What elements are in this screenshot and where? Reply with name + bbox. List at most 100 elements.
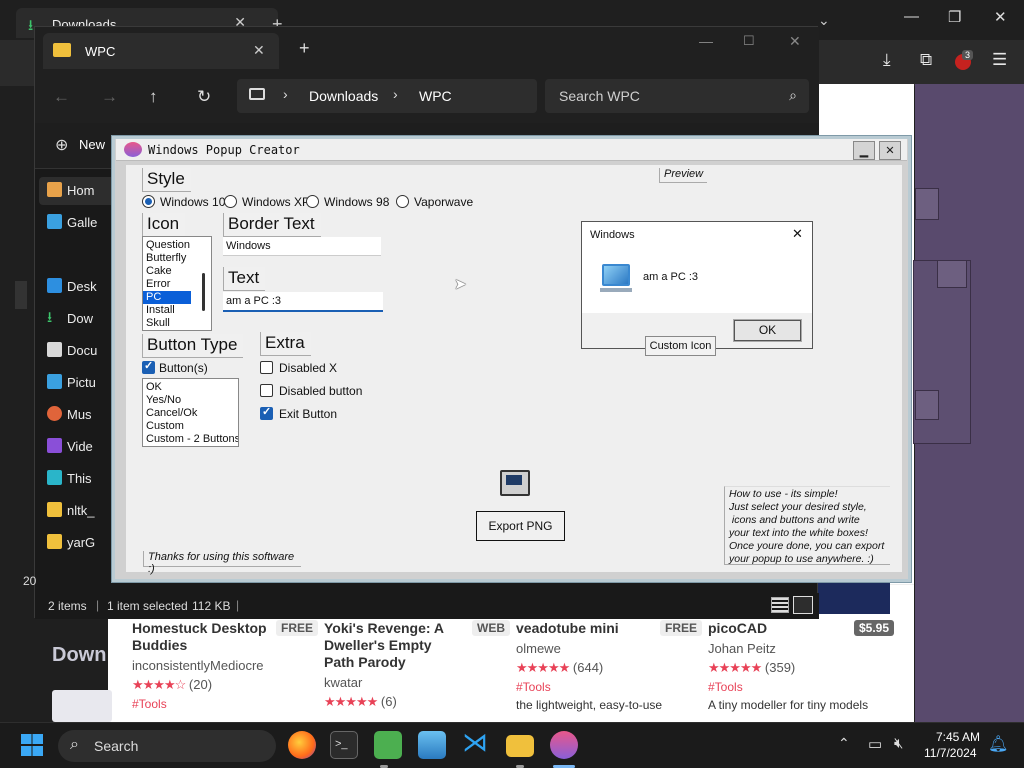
- close-button[interactable]: ✕: [879, 141, 901, 160]
- card-tag[interactable]: #Tools: [132, 697, 318, 711]
- star-rating: ★★★★★: [516, 660, 570, 675]
- card-author[interactable]: inconsistentlyMediocre: [132, 658, 318, 673]
- list-item[interactable]: Skull: [143, 317, 211, 330]
- restore-icon[interactable]: ❐: [948, 8, 961, 26]
- buttons-checkbox[interactable]: [142, 359, 155, 374]
- list-item-selected[interactable]: PC: [143, 291, 191, 304]
- minimize-icon[interactable]: —: [904, 8, 919, 25]
- store-card[interactable]: picoCAD $5.95 Johan Peitz ★★★★★ (359) #T…: [708, 620, 894, 712]
- sidebar-item-label: Galle: [67, 215, 98, 230]
- list-item[interactable]: Error: [143, 278, 211, 291]
- details-view-icon[interactable]: [771, 597, 789, 613]
- card-title[interactable]: Homestuck Desktop Buddies: [132, 620, 272, 654]
- price-badge: $5.95: [853, 620, 894, 636]
- card-description: A tiny modeller for tiny models: [708, 698, 869, 712]
- explorer-statusbar: 2 items | 1 item selected 112 KB |: [35, 593, 819, 619]
- close-tab-icon[interactable]: ✕: [253, 42, 265, 59]
- store-card[interactable]: Yoki's Revenge: A Dweller's Empty Path P…: [324, 620, 510, 710]
- document-icon: [47, 342, 62, 357]
- custom-icon-button[interactable]: Custom Icon: [645, 336, 716, 356]
- card-tag[interactable]: #Tools: [708, 680, 894, 694]
- icon-listbox[interactable]: Question Butterfly Cake Error PC Install…: [142, 236, 212, 331]
- list-item[interactable]: Yes/No: [143, 394, 238, 407]
- preview-message: am a PC :3: [643, 271, 699, 283]
- card-tag[interactable]: #Tools: [516, 680, 702, 694]
- address-bar[interactable]: › Downloads › WPC: [237, 79, 537, 113]
- list-item[interactable]: Custom - 2 Buttons: [143, 433, 238, 446]
- sidebar-item-label: Desk: [67, 279, 97, 294]
- list-item[interactable]: Question: [143, 239, 211, 252]
- search-placeholder: Search WPC: [559, 88, 640, 104]
- list-item[interactable]: Cake: [143, 265, 211, 278]
- scrollbar-thumb[interactable]: [202, 273, 205, 311]
- button-type-listbox[interactable]: OK Yes/No Cancel/Ok Custom Custom - 2 Bu…: [142, 378, 239, 447]
- exit-button-checkbox[interactable]: [260, 405, 273, 420]
- export-png-button[interactable]: Export PNG: [476, 511, 565, 541]
- notification-bell-icon[interactable]: 🔔︎: [988, 734, 1008, 754]
- wpc-window: Windows Popup Creator ▁ ✕ Style Windows …: [111, 135, 912, 583]
- border-text-field[interactable]: Windows: [223, 237, 381, 256]
- checkbox-label: Exit Button: [279, 407, 338, 421]
- list-item[interactable]: Butterfly: [143, 252, 211, 265]
- clock-date[interactable]: 11/7/2024: [924, 746, 977, 760]
- sidebar-item-label: Pictu: [67, 375, 96, 390]
- explorer-tab-wpc[interactable]: WPC ✕: [43, 33, 279, 69]
- menu-icon[interactable]: ☰: [992, 50, 1007, 70]
- firefox-icon[interactable]: [288, 731, 316, 759]
- network-icon[interactable]: ▭: [868, 735, 882, 753]
- folder-icon: [53, 43, 71, 57]
- close-window-icon[interactable]: ✕: [994, 8, 1007, 26]
- card-title[interactable]: Yoki's Revenge: A Dweller's Empty Path P…: [324, 620, 454, 671]
- radio-vaporwave[interactable]: [396, 195, 409, 208]
- store-card[interactable]: veadotube mini FREE olmewe ★★★★★ (644) #…: [516, 620, 702, 712]
- breadcrumb-wpc[interactable]: WPC: [419, 88, 452, 104]
- how-to-text: How to use - its simple! Just select you…: [724, 486, 890, 565]
- card-author[interactable]: kwatar: [324, 675, 510, 690]
- notepad-icon[interactable]: [374, 731, 402, 759]
- card-author[interactable]: olmewe: [516, 641, 702, 656]
- forward-icon[interactable]: →: [101, 87, 118, 107]
- wpc-app-icon[interactable]: [550, 731, 578, 759]
- maximize-icon[interactable]: ☐: [743, 33, 755, 49]
- text-field[interactable]: am a PC :3: [223, 292, 383, 312]
- up-icon[interactable]: ↑: [149, 87, 158, 107]
- back-icon[interactable]: ←: [53, 87, 70, 107]
- sidebar-item-label: Mus: [67, 407, 92, 422]
- new-button[interactable]: New: [79, 137, 105, 152]
- wpc-body: Style Windows 10 Windows XP Windows 98 V…: [126, 165, 902, 575]
- breadcrumb-downloads[interactable]: Downloads: [309, 88, 378, 104]
- disabled-x-checkbox[interactable]: [260, 361, 273, 374]
- list-item[interactable]: Custom: [143, 420, 238, 433]
- clock-time[interactable]: 7:45 AM: [936, 730, 980, 744]
- minimize-button[interactable]: ▁: [853, 141, 875, 160]
- radio-windows-98[interactable]: [306, 195, 319, 208]
- chevron-down-icon[interactable]: ⌄: [818, 12, 830, 29]
- sidebar-item-label: Dow: [67, 311, 94, 326]
- search-input[interactable]: Search WPC ⌕: [545, 79, 809, 113]
- radio-windows-xp[interactable]: [224, 195, 237, 208]
- refresh-icon[interactable]: ↻: [197, 87, 211, 107]
- new-tab-icon[interactable]: +: [299, 38, 310, 59]
- card-rating: ★★★★★ (359): [708, 660, 894, 676]
- tiles-view-icon[interactable]: [793, 596, 813, 614]
- volume-muted-icon[interactable]: 🔇︎: [894, 735, 903, 752]
- extensions-icon[interactable]: ⧉: [920, 50, 932, 70]
- photos-icon[interactable]: [418, 731, 446, 759]
- disabled-button-checkbox[interactable]: [260, 384, 273, 397]
- minimize-icon[interactable]: —: [699, 33, 713, 49]
- card-author[interactable]: Johan Peitz: [708, 641, 894, 656]
- list-item[interactable]: Install: [143, 304, 211, 317]
- list-item[interactable]: OK: [143, 381, 238, 394]
- store-card[interactable]: Homestuck Desktop Buddies FREE inconsist…: [132, 620, 318, 711]
- wpc-titlebar[interactable]: Windows Popup Creator ▁ ✕: [116, 139, 907, 161]
- terminal-icon[interactable]: >_: [330, 731, 358, 759]
- file-explorer-icon[interactable]: [506, 735, 534, 757]
- list-item[interactable]: Cancel/Ok: [143, 407, 238, 420]
- close-window-icon[interactable]: ✕: [789, 33, 801, 50]
- download-icon: ⭳: [28, 17, 34, 34]
- taskbar-search[interactable]: ⌕ Search: [58, 730, 276, 762]
- vscode-icon[interactable]: ⋊: [462, 728, 490, 756]
- downloads-icon[interactable]: ⤓: [883, 50, 891, 70]
- radio-windows-10[interactable]: [142, 195, 155, 208]
- chevron-up-icon[interactable]: ⌃: [838, 735, 850, 752]
